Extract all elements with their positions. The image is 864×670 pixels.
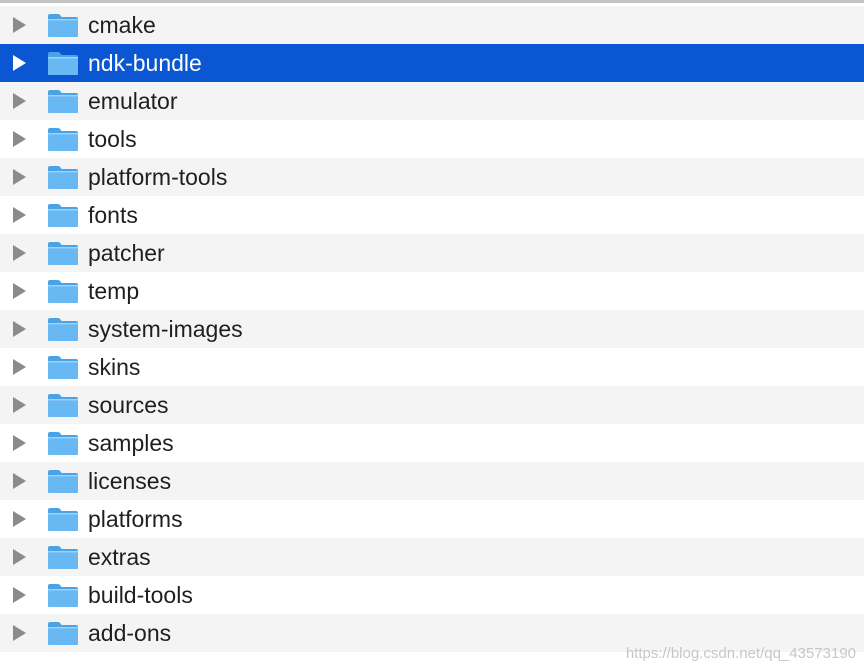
folder-row-patcher[interactable]: patcher — [0, 234, 864, 272]
disclosure-triangle-icon[interactable] — [13, 55, 26, 71]
folder-icon — [48, 394, 78, 417]
folder-row-temp[interactable]: temp — [0, 272, 864, 310]
folder-icon — [48, 128, 78, 151]
folder-name: extras — [88, 544, 151, 570]
folder-row-platform-tools[interactable]: platform-tools — [0, 158, 864, 196]
disclosure-triangle-icon[interactable] — [13, 283, 26, 299]
folder-row-tools[interactable]: tools — [0, 120, 864, 158]
disclosure-triangle-icon[interactable] — [13, 17, 26, 33]
folder-name: licenses — [88, 468, 172, 494]
folder-icon — [48, 52, 78, 75]
folder-row-licenses[interactable]: licenses — [0, 462, 864, 500]
folder-name: cmake — [88, 12, 156, 38]
top-divider — [0, 0, 864, 3]
folder-row-build-tools[interactable]: build-tools — [0, 576, 864, 614]
folder-icon — [48, 546, 78, 569]
folder-icon — [48, 14, 78, 37]
folder-icon — [48, 470, 78, 493]
folder-name: sources — [88, 392, 169, 418]
folder-icon — [48, 318, 78, 341]
watermark: https://blog.csdn.net/qq_43573190 — [625, 645, 856, 662]
folder-name: fonts — [88, 202, 138, 228]
folder-icon — [48, 356, 78, 379]
folder-row-extras[interactable]: extras — [0, 538, 864, 576]
folder-name: patcher — [88, 240, 165, 266]
disclosure-triangle-icon[interactable] — [13, 131, 26, 147]
folder-icon — [48, 166, 78, 189]
folder-name: system-images — [88, 316, 243, 342]
disclosure-triangle-icon[interactable] — [13, 359, 26, 375]
folder-row-platforms[interactable]: platforms — [0, 500, 864, 538]
disclosure-triangle-icon[interactable] — [13, 397, 26, 413]
folder-name: skins — [88, 354, 141, 380]
folder-name: tools — [88, 126, 137, 152]
folder-row-system-images[interactable]: system-images — [0, 310, 864, 348]
folder-icon — [48, 280, 78, 303]
folder-name: platform-tools — [88, 164, 228, 190]
folder-icon — [48, 622, 78, 645]
disclosure-triangle-icon[interactable] — [13, 435, 26, 451]
folder-name: add-ons — [88, 620, 172, 646]
disclosure-triangle-icon[interactable] — [13, 511, 26, 527]
disclosure-triangle-icon[interactable] — [13, 321, 26, 337]
folder-name: emulator — [88, 88, 178, 114]
folder-row-skins[interactable]: skins — [0, 348, 864, 386]
folder-row-emulator[interactable]: emulator — [0, 82, 864, 120]
disclosure-triangle-icon[interactable] — [13, 207, 26, 223]
folder-name: samples — [88, 430, 174, 456]
folder-name: build-tools — [88, 582, 193, 608]
disclosure-triangle-icon[interactable] — [13, 93, 26, 109]
folder-name: temp — [88, 278, 140, 304]
folder-row-fonts[interactable]: fonts — [0, 196, 864, 234]
disclosure-triangle-icon[interactable] — [13, 473, 26, 489]
folder-row-samples[interactable]: samples — [0, 424, 864, 462]
disclosure-triangle-icon[interactable] — [13, 625, 26, 641]
disclosure-triangle-icon[interactable] — [13, 245, 26, 261]
folder-icon — [48, 432, 78, 455]
disclosure-triangle-icon[interactable] — [13, 169, 26, 185]
folder-icon — [48, 204, 78, 227]
folder-name: platforms — [88, 506, 183, 532]
folder-icon — [48, 584, 78, 607]
folder-row-sources[interactable]: sources — [0, 386, 864, 424]
folder-icon — [48, 508, 78, 531]
folder-row-cmake[interactable]: cmake — [0, 6, 864, 44]
folder-list: cmake ndk-bundle emulator tools platform… — [0, 6, 864, 652]
folder-name: ndk-bundle — [88, 50, 202, 76]
finder-list-view: cmake ndk-bundle emulator tools platform… — [0, 0, 864, 670]
folder-row-ndk-bundle[interactable]: ndk-bundle — [0, 44, 864, 82]
folder-icon — [48, 242, 78, 265]
disclosure-triangle-icon[interactable] — [13, 549, 26, 565]
folder-icon — [48, 90, 78, 113]
disclosure-triangle-icon[interactable] — [13, 587, 26, 603]
